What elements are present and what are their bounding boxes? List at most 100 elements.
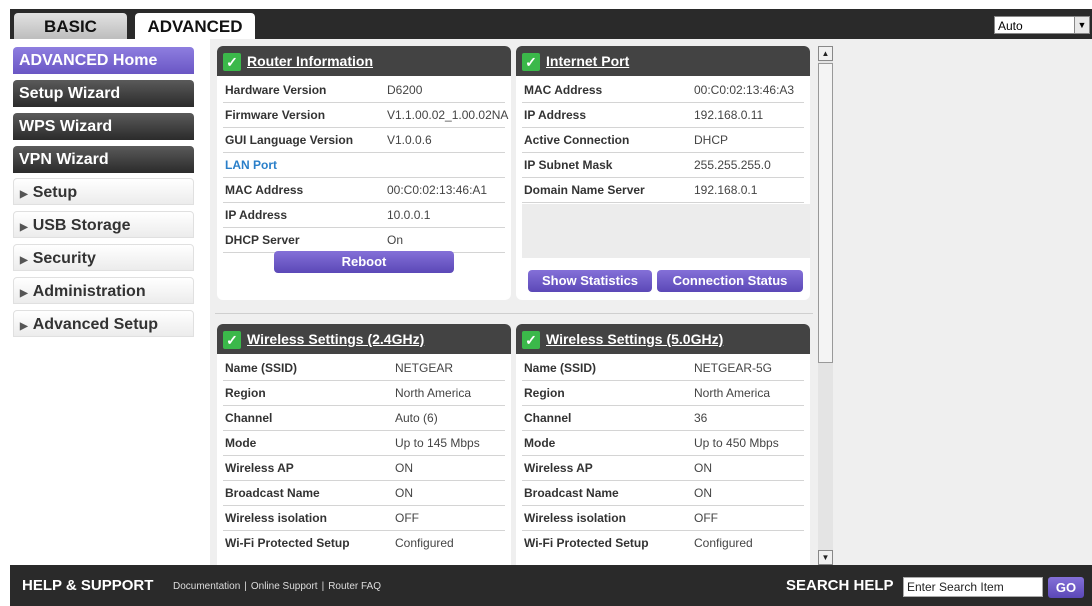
- row-value: Up to 450 Mbps: [694, 436, 779, 450]
- table-row: Channel Auto (6): [223, 406, 505, 431]
- table-row: Wireless isolation OFF: [522, 506, 804, 531]
- search-help-label: SEARCH HELP: [786, 577, 894, 594]
- row-value: V1.0.0.6: [387, 133, 432, 147]
- row-label: IP Address: [225, 208, 288, 222]
- sidebar-item-label: Advanced Setup: [32, 316, 159, 333]
- checkmark-icon: ✓: [223, 331, 241, 349]
- internet-port-panel: ✓ Internet Port MAC Address 00:C0:02:13:4…: [516, 46, 810, 300]
- sidebar-item-wps-wizard[interactable]: WPS Wizard: [13, 113, 194, 140]
- connection-status-button[interactable]: Connection Status: [657, 270, 803, 292]
- show-statistics-button[interactable]: Show Statistics: [528, 270, 652, 292]
- reboot-button[interactable]: Reboot: [274, 251, 454, 273]
- row-label: Wireless isolation: [225, 511, 327, 525]
- row-value: OFF: [395, 511, 419, 525]
- row-value: Up to 145 Mbps: [395, 436, 480, 450]
- table-row: Wi-Fi Protected Setup Configured: [223, 531, 505, 555]
- sidebar-item-setup[interactable]: ▶ Setup: [13, 178, 194, 205]
- sidebar: ADVANCED Home Setup Wizard WPS Wizard VP…: [10, 39, 210, 565]
- tab-advanced[interactable]: ADVANCED: [135, 13, 255, 39]
- internet-port-rows: MAC Address 00:C0:02:13:46:A3 IP Address 1…: [522, 78, 804, 203]
- sidebar-item-administration[interactable]: ▶ Administration: [13, 277, 194, 304]
- language-select[interactable]: Auto ▼: [994, 16, 1090, 34]
- content-scrollbar[interactable]: ▲ ▼: [818, 46, 833, 565]
- sidebar-item-label: Administration: [32, 283, 146, 300]
- row-label: Firmware Version: [225, 108, 326, 122]
- row-label: Wireless AP: [524, 461, 593, 475]
- row-value: 192.168.0.1: [694, 183, 758, 197]
- sidebar-item-label: Security: [32, 250, 96, 267]
- sidebar-item-vpn-wizard[interactable]: VPN Wizard: [13, 146, 194, 173]
- row-value: ON: [395, 461, 413, 475]
- language-select-value: Auto: [998, 19, 1023, 33]
- sidebar-item-usb-storage[interactable]: ▶ USB Storage: [13, 211, 194, 238]
- row-label: Broadcast Name: [524, 486, 619, 500]
- row-value: ON: [395, 486, 413, 500]
- checkmark-icon: ✓: [223, 53, 241, 71]
- scrollbar-thumb[interactable]: [818, 63, 833, 363]
- search-help-input[interactable]: [903, 577, 1043, 597]
- row-label: Wi-Fi Protected Setup: [524, 536, 649, 550]
- table-row: Channel 36: [522, 406, 804, 431]
- row-value: NETGEAR: [395, 361, 454, 375]
- scroll-down-icon[interactable]: ▼: [818, 550, 833, 565]
- row-label: Channel: [225, 411, 273, 425]
- table-row: Firmware Version V1.1.00.02_1.00.02NA: [223, 103, 508, 128]
- help-links: Documentation | Online Support | Router FAQ: [173, 581, 381, 592]
- tab-basic[interactable]: BASIC: [14, 13, 127, 39]
- table-row: Mode Up to 450 Mbps: [522, 431, 804, 456]
- row-label: Name (SSID): [225, 361, 298, 375]
- router-info-panel: ✓ Router Information Hardware Version D62…: [217, 46, 511, 300]
- table-row: IP Address 10.0.0.1: [223, 203, 505, 228]
- sidebar-item-advanced-setup[interactable]: ▶ Advanced Setup: [13, 310, 194, 337]
- scroll-up-icon[interactable]: ▲: [818, 46, 833, 61]
- chevron-down-icon[interactable]: ▼: [1074, 17, 1089, 33]
- table-row: Broadcast Name ON: [223, 481, 505, 506]
- table-row: DHCP Server On: [223, 228, 505, 253]
- sidebar-item-security[interactable]: ▶ Security: [13, 244, 194, 271]
- row-label: Channel: [524, 411, 572, 425]
- router-faq-link[interactable]: Router FAQ: [328, 581, 381, 592]
- row-value: Configured: [395, 536, 454, 550]
- row-label: Region: [524, 386, 565, 400]
- table-row: Wireless AP ON: [223, 456, 505, 481]
- sidebar-item-advanced-home[interactable]: ADVANCED Home: [13, 47, 194, 74]
- table-row: IP Subnet Mask 255.255.255.0: [522, 153, 804, 178]
- expand-arrow-icon: ▶: [20, 321, 28, 332]
- table-row: Region North America: [223, 381, 505, 406]
- row-value: D6200: [387, 83, 423, 97]
- row-label: Mode: [524, 436, 556, 450]
- documentation-link[interactable]: Documentation: [173, 581, 240, 592]
- footer-bar: HELP & SUPPORT Documentation | Online Supp…: [10, 565, 1092, 606]
- wireless-24-title[interactable]: Wireless Settings (2.4GHz): [247, 331, 424, 347]
- section-row-lan-port: LAN Port: [223, 153, 505, 178]
- internet-port-header: ✓ Internet Port: [516, 46, 810, 76]
- row-label: Wi-Fi Protected Setup: [225, 536, 350, 550]
- go-button[interactable]: GO: [1048, 577, 1084, 598]
- table-row: MAC Address 00:C0:02:13:46:A3: [522, 78, 804, 103]
- table-row: MAC Address 00:C0:02:13:46:A1: [223, 178, 505, 203]
- row-value: 192.168.0.11: [694, 108, 764, 122]
- table-row: Mode Up to 145 Mbps: [223, 431, 505, 456]
- row-value: NETGEAR-5G: [694, 361, 773, 375]
- link-separator: |: [321, 581, 325, 592]
- row-value: ON: [694, 486, 712, 500]
- row-label: Domain Name Server: [524, 183, 645, 197]
- internet-port-title[interactable]: Internet Port: [546, 53, 629, 69]
- checkmark-icon: ✓: [522, 331, 540, 349]
- row-label: Active Connection: [524, 133, 630, 147]
- content-right-area: [832, 39, 1092, 565]
- row-label: Name (SSID): [524, 361, 597, 375]
- link-separator: |: [244, 581, 247, 592]
- wireless-5-panel: ✓ Wireless Settings (5.0GHz) Name (SSID)…: [516, 324, 810, 565]
- table-row: Active Connection DHCP: [522, 128, 804, 153]
- table-row: Name (SSID) NETGEAR: [223, 356, 505, 381]
- sidebar-item-setup-wizard[interactable]: Setup Wizard: [13, 80, 194, 107]
- frame-left: [0, 0, 10, 606]
- row-label: Hardware Version: [225, 83, 327, 97]
- online-support-link[interactable]: Online Support: [251, 581, 318, 592]
- table-row: Domain Name Server 192.168.0.1: [522, 178, 804, 203]
- router-info-title[interactable]: Router Information: [247, 53, 373, 69]
- table-row: Wi-Fi Protected Setup Configured: [522, 531, 804, 555]
- wireless-24-panel: ✓ Wireless Settings (2.4GHz) Name (SSID)…: [217, 324, 511, 565]
- wireless-5-title[interactable]: Wireless Settings (5.0GHz): [546, 331, 723, 347]
